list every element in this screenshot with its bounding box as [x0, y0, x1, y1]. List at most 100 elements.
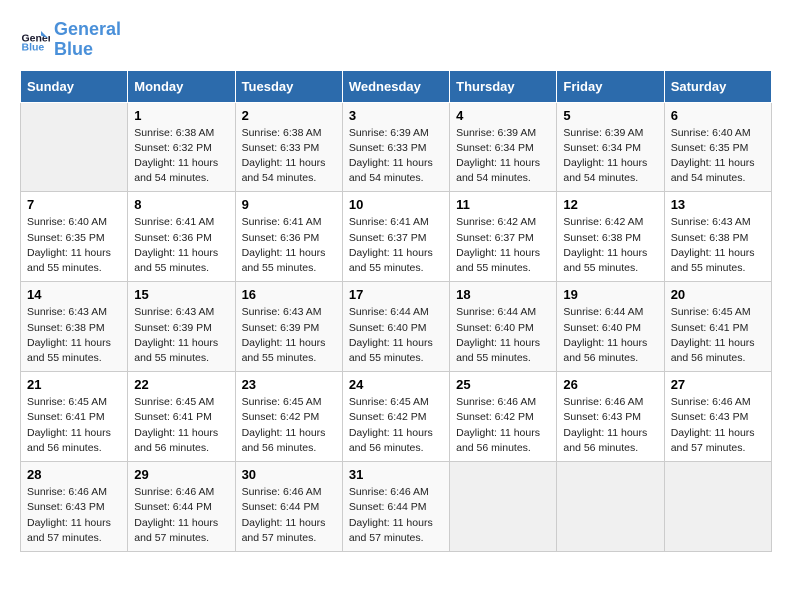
calendar-cell: 21 Sunrise: 6:45 AMSunset: 6:41 PMDayligh… [21, 372, 128, 462]
day-number: 5 [563, 108, 657, 123]
day-info: Sunrise: 6:46 AMSunset: 6:43 PMDaylight:… [671, 395, 765, 456]
day-info: Sunrise: 6:41 AMSunset: 6:36 PMDaylight:… [134, 215, 228, 276]
day-info: Sunrise: 6:43 AMSunset: 6:38 PMDaylight:… [27, 305, 121, 366]
day-number: 10 [349, 197, 443, 212]
calendar-cell: 28Sunrise: 6:46 AMSunset: 6:43 PMDayligh… [21, 462, 128, 552]
day-info: Sunrise: 6:44 AMSunset: 6:40 PMDaylight:… [456, 305, 550, 366]
day-number: 6 [671, 108, 765, 123]
day-number: 25 [456, 377, 550, 392]
day-number: 29 [134, 467, 228, 482]
day-number: 16 [242, 287, 336, 302]
calendar-cell: 29 Sunrise: 6:46 AMSunset: 6:44 PMDayligh… [128, 462, 235, 552]
calendar-cell [21, 102, 128, 192]
calendar-table: SundayMondayTuesdayWednesdayThursdayFrid… [20, 70, 772, 552]
calendar-cell: 31 Sunrise: 6:46 AMSunset: 6:44 PMDayligh… [342, 462, 449, 552]
header-cell-saturday: Saturday [664, 70, 771, 102]
day-info: Sunrise: 6:46 AMSunset: 6:44 PMDaylight:… [134, 485, 228, 546]
day-info: Sunrise: 6:46 AMSunset: 6:43 PMDaylight:… [563, 395, 657, 456]
day-number: 1 [134, 108, 228, 123]
logo-icon: General Blue [20, 25, 50, 55]
calendar-cell: 4 Sunrise: 6:39 AMSunset: 6:34 PMDaylight… [450, 102, 557, 192]
header-cell-wednesday: Wednesday [342, 70, 449, 102]
day-number: 24 [349, 377, 443, 392]
calendar-cell: 6 Sunrise: 6:40 AMSunset: 6:35 PMDaylight… [664, 102, 771, 192]
day-number: 20 [671, 287, 765, 302]
day-info: Sunrise: 6:41 AMSunset: 6:37 PMDaylight:… [349, 215, 443, 276]
day-info: Sunrise: 6:39 AMSunset: 6:34 PMDaylight:… [563, 126, 657, 187]
day-info: Sunrise: 6:38 AMSunset: 6:33 PMDaylight:… [242, 126, 336, 187]
day-number: 3 [349, 108, 443, 123]
day-info: Sunrise: 6:39 AMSunset: 6:33 PMDaylight:… [349, 126, 443, 187]
calendar-cell: 17Sunrise: 6:44 AMSunset: 6:40 PMDayligh… [342, 282, 449, 372]
logo: General Blue GeneralBlue [20, 20, 121, 60]
calendar-cell: 23Sunrise: 6:45 AMSunset: 6:42 PMDayligh… [235, 372, 342, 462]
day-number: 19 [563, 287, 657, 302]
calendar-cell: 20 Sunrise: 6:45 AMSunset: 6:41 PMDayligh… [664, 282, 771, 372]
day-number: 7 [27, 197, 121, 212]
calendar-cell: 24 Sunrise: 6:45 AMSunset: 6:42 PMDayligh… [342, 372, 449, 462]
header-cell-tuesday: Tuesday [235, 70, 342, 102]
day-number: 14 [27, 287, 121, 302]
calendar-cell: 16 Sunrise: 6:43 AMSunset: 6:39 PMDayligh… [235, 282, 342, 372]
calendar-cell: 11Sunrise: 6:42 AMSunset: 6:37 PMDayligh… [450, 192, 557, 282]
day-info: Sunrise: 6:45 AMSunset: 6:42 PMDaylight:… [242, 395, 336, 456]
header-cell-thursday: Thursday [450, 70, 557, 102]
day-number: 13 [671, 197, 765, 212]
day-number: 15 [134, 287, 228, 302]
calendar-cell: 30 Sunrise: 6:46 AMSunset: 6:44 PMDayligh… [235, 462, 342, 552]
day-info: Sunrise: 6:46 AMSunset: 6:44 PMDaylight:… [349, 485, 443, 546]
day-number: 9 [242, 197, 336, 212]
calendar-cell [664, 462, 771, 552]
day-info: Sunrise: 6:43 AMSunset: 6:39 PMDaylight:… [134, 305, 228, 366]
calendar-cell: 8 Sunrise: 6:41 AMSunset: 6:36 PMDaylight… [128, 192, 235, 282]
day-number: 2 [242, 108, 336, 123]
calendar-week-row: 7 Sunrise: 6:40 AMSunset: 6:35 PMDaylight… [21, 192, 772, 282]
day-number: 17 [349, 287, 443, 302]
calendar-cell: 1 Sunrise: 6:38 AMSunset: 6:32 PMDaylight… [128, 102, 235, 192]
header-cell-monday: Monday [128, 70, 235, 102]
calendar-cell: 2 Sunrise: 6:38 AMSunset: 6:33 PMDaylight… [235, 102, 342, 192]
calendar-cell: 18Sunrise: 6:44 AMSunset: 6:40 PMDayligh… [450, 282, 557, 372]
day-number: 4 [456, 108, 550, 123]
calendar-cell: 5 Sunrise: 6:39 AMSunset: 6:34 PMDaylight… [557, 102, 664, 192]
day-info: Sunrise: 6:46 AMSunset: 6:42 PMDaylight:… [456, 395, 550, 456]
day-info: Sunrise: 6:42 AMSunset: 6:38 PMDaylight:… [563, 215, 657, 276]
calendar-week-row: 28Sunrise: 6:46 AMSunset: 6:43 PMDayligh… [21, 462, 772, 552]
day-number: 21 [27, 377, 121, 392]
day-number: 12 [563, 197, 657, 212]
calendar-cell: 10 Sunrise: 6:41 AMSunset: 6:37 PMDayligh… [342, 192, 449, 282]
day-info: Sunrise: 6:45 AMSunset: 6:42 PMDaylight:… [349, 395, 443, 456]
day-info: Sunrise: 6:45 AMSunset: 6:41 PMDaylight:… [671, 305, 765, 366]
day-info: Sunrise: 6:46 AMSunset: 6:43 PMDaylight:… [27, 485, 121, 546]
day-number: 26 [563, 377, 657, 392]
calendar-header-row: SundayMondayTuesdayWednesdayThursdayFrid… [21, 70, 772, 102]
day-info: Sunrise: 6:40 AMSunset: 6:35 PMDaylight:… [27, 215, 121, 276]
calendar-cell: 27Sunrise: 6:46 AMSunset: 6:43 PMDayligh… [664, 372, 771, 462]
logo-text: GeneralBlue [54, 20, 121, 60]
calendar-cell: 26 Sunrise: 6:46 AMSunset: 6:43 PMDayligh… [557, 372, 664, 462]
header-cell-friday: Friday [557, 70, 664, 102]
calendar-cell: 7 Sunrise: 6:40 AMSunset: 6:35 PMDaylight… [21, 192, 128, 282]
day-number: 30 [242, 467, 336, 482]
calendar-week-row: 21 Sunrise: 6:45 AMSunset: 6:41 PMDayligh… [21, 372, 772, 462]
page-header: General Blue GeneralBlue [20, 20, 772, 60]
calendar-week-row: 1 Sunrise: 6:38 AMSunset: 6:32 PMDaylight… [21, 102, 772, 192]
calendar-cell [557, 462, 664, 552]
calendar-week-row: 14 Sunrise: 6:43 AMSunset: 6:38 PMDayligh… [21, 282, 772, 372]
day-number: 8 [134, 197, 228, 212]
calendar-cell: 14 Sunrise: 6:43 AMSunset: 6:38 PMDayligh… [21, 282, 128, 372]
calendar-cell [450, 462, 557, 552]
calendar-cell: 25 Sunrise: 6:46 AMSunset: 6:42 PMDayligh… [450, 372, 557, 462]
day-info: Sunrise: 6:38 AMSunset: 6:32 PMDaylight:… [134, 126, 228, 187]
day-info: Sunrise: 6:39 AMSunset: 6:34 PMDaylight:… [456, 126, 550, 187]
day-info: Sunrise: 6:45 AMSunset: 6:41 PMDaylight:… [27, 395, 121, 456]
day-info: Sunrise: 6:46 AMSunset: 6:44 PMDaylight:… [242, 485, 336, 546]
day-info: Sunrise: 6:40 AMSunset: 6:35 PMDaylight:… [671, 126, 765, 187]
day-info: Sunrise: 6:41 AMSunset: 6:36 PMDaylight:… [242, 215, 336, 276]
day-info: Sunrise: 6:45 AMSunset: 6:41 PMDaylight:… [134, 395, 228, 456]
day-number: 31 [349, 467, 443, 482]
calendar-cell: 9 Sunrise: 6:41 AMSunset: 6:36 PMDaylight… [235, 192, 342, 282]
day-info: Sunrise: 6:43 AMSunset: 6:38 PMDaylight:… [671, 215, 765, 276]
day-info: Sunrise: 6:43 AMSunset: 6:39 PMDaylight:… [242, 305, 336, 366]
day-info: Sunrise: 6:42 AMSunset: 6:37 PMDaylight:… [456, 215, 550, 276]
